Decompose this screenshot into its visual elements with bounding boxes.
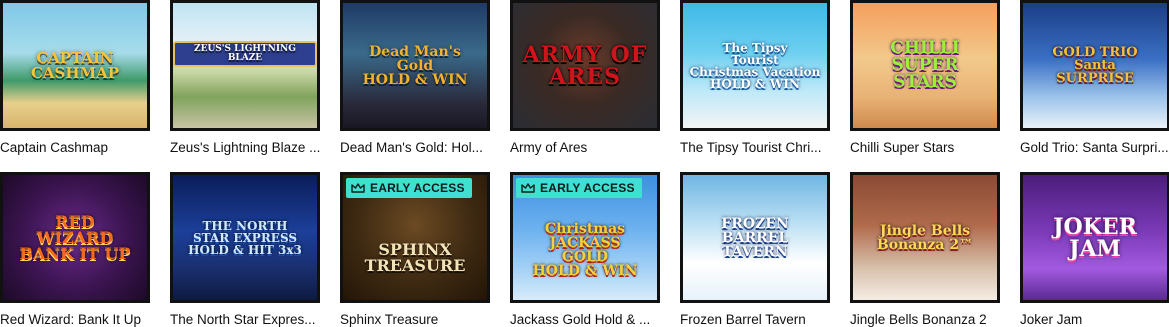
game-thumbnail[interactable]: CAPTAIN CASHMAP xyxy=(0,0,150,131)
game-logo: ZEUS'S LIGHTNING BLAZE xyxy=(173,40,317,67)
game-card[interactable]: Jingle Bells Bonanza 2™ Jingle Bells Bon… xyxy=(850,172,1000,327)
game-thumbnail[interactable]: Dead Man's Gold HOLD & WIN xyxy=(340,0,490,131)
game-thumbnail[interactable]: ZEUS'S LIGHTNING BLAZE xyxy=(170,0,320,131)
game-card[interactable]: CAPTAIN CASHMAP Captain Cashmap xyxy=(0,0,150,155)
game-title[interactable]: Joker Jam xyxy=(1020,312,1169,327)
crown-icon xyxy=(521,182,535,194)
game-title[interactable]: The North Star Expres... xyxy=(170,312,320,327)
game-title[interactable]: Red Wizard: Bank It Up xyxy=(0,312,150,327)
game-title[interactable]: Jackass Gold Hold & ... xyxy=(510,312,660,327)
game-thumbnail[interactable]: JOKER JAM xyxy=(1020,172,1169,303)
game-thumbnail[interactable]: RED WIZARD BANK IT UP xyxy=(0,172,150,303)
game-thumbnail[interactable]: GOLD TRIO Santa SURPRISE xyxy=(1020,0,1169,131)
game-logo: Christmas JACKASS GOLD HOLD & WIN xyxy=(532,220,638,279)
game-logo: The Tipsy Tourist Christmas Vacation HOL… xyxy=(689,40,821,91)
game-thumbnail[interactable]: THE NORTH STAR EXPRESS HOLD & HIT 3x3 xyxy=(170,172,320,303)
game-logo: JOKER JAM xyxy=(1053,213,1137,262)
game-title[interactable]: The Tipsy Tourist Chri... xyxy=(680,140,830,155)
game-card[interactable]: EARLY ACCESS Christmas JACKASS GOLD HOLD… xyxy=(510,172,660,327)
game-card[interactable]: JOKER JAM Joker Jam xyxy=(1020,172,1169,327)
game-card[interactable]: The Tipsy Tourist Christmas Vacation HOL… xyxy=(680,0,830,155)
game-card[interactable]: ZEUS'S LIGHTNING BLAZE Zeus's Lightning … xyxy=(170,0,320,155)
game-card[interactable]: THE NORTH STAR EXPRESS HOLD & HIT 3x3 Th… xyxy=(170,172,320,327)
game-grid: CAPTAIN CASHMAP Captain Cashmap ZEUS'S L… xyxy=(0,0,1169,327)
game-title[interactable]: Sphinx Treasure xyxy=(340,312,490,327)
game-logo: GOLD TRIO Santa SURPRISE xyxy=(1052,45,1138,86)
game-logo: Dead Man's Gold HOLD & WIN xyxy=(362,43,468,88)
game-thumbnail[interactable]: CHILLI SUPER STARS xyxy=(850,0,1000,131)
game-card[interactable]: ARMY OF ARES Army of Ares xyxy=(510,0,660,155)
game-card[interactable]: CHILLI SUPER STARS Chilli Super Stars xyxy=(850,0,1000,155)
game-logo: CAPTAIN CASHMAP xyxy=(30,48,120,82)
game-thumbnail[interactable]: EARLY ACCESS SPHINX TREASURE xyxy=(340,172,490,303)
game-title[interactable]: Zeus's Lightning Blaze ... xyxy=(170,140,320,155)
game-logo: RED WIZARD BANK IT UP xyxy=(19,211,131,263)
crown-icon xyxy=(351,182,365,194)
game-title[interactable]: Dead Man's Gold: Hol... xyxy=(340,140,490,155)
game-title[interactable]: Army of Ares xyxy=(510,140,660,155)
game-title[interactable]: Captain Cashmap xyxy=(0,140,150,155)
game-title[interactable]: Chilli Super Stars xyxy=(850,140,1000,155)
game-logo: ARMY OF ARES xyxy=(522,41,648,90)
game-title[interactable]: Frozen Barrel Tavern xyxy=(680,312,830,327)
game-card[interactable]: EARLY ACCESS SPHINX TREASURE Sphinx Trea… xyxy=(340,172,490,327)
game-card[interactable]: FROZEN BARREL TAVERN Frozen Barrel Taver… xyxy=(680,172,830,327)
game-title[interactable]: Jingle Bells Bonanza 2 xyxy=(850,312,1000,327)
game-card[interactable]: GOLD TRIO Santa SURPRISE Gold Trio: Sant… xyxy=(1020,0,1169,155)
game-card[interactable]: Dead Man's Gold HOLD & WIN Dead Man's Go… xyxy=(340,0,490,155)
game-logo: CHILLI SUPER STARS xyxy=(890,38,960,92)
game-logo: Jingle Bells Bonanza 2™ xyxy=(876,222,974,253)
game-logo: SPHINX TREASURE xyxy=(364,239,466,275)
game-thumbnail[interactable]: EARLY ACCESS Christmas JACKASS GOLD HOLD… xyxy=(510,172,660,303)
game-thumbnail[interactable]: The Tipsy Tourist Christmas Vacation HOL… xyxy=(680,0,830,131)
early-access-badge: EARLY ACCESS xyxy=(346,178,472,198)
game-thumbnail[interactable]: FROZEN BARREL TAVERN xyxy=(680,172,830,303)
game-title[interactable]: Gold Trio: Santa Surpri... xyxy=(1020,140,1169,155)
game-logo: FROZEN BARREL TAVERN xyxy=(721,215,789,260)
game-card[interactable]: RED WIZARD BANK IT UP Red Wizard: Bank I… xyxy=(0,172,150,327)
early-access-badge: EARLY ACCESS xyxy=(516,178,642,198)
game-thumbnail[interactable]: ARMY OF ARES xyxy=(510,0,660,131)
game-logo: THE NORTH STAR EXPRESS HOLD & HIT 3x3 xyxy=(188,218,302,257)
game-thumbnail[interactable]: Jingle Bells Bonanza 2™ xyxy=(850,172,1000,303)
